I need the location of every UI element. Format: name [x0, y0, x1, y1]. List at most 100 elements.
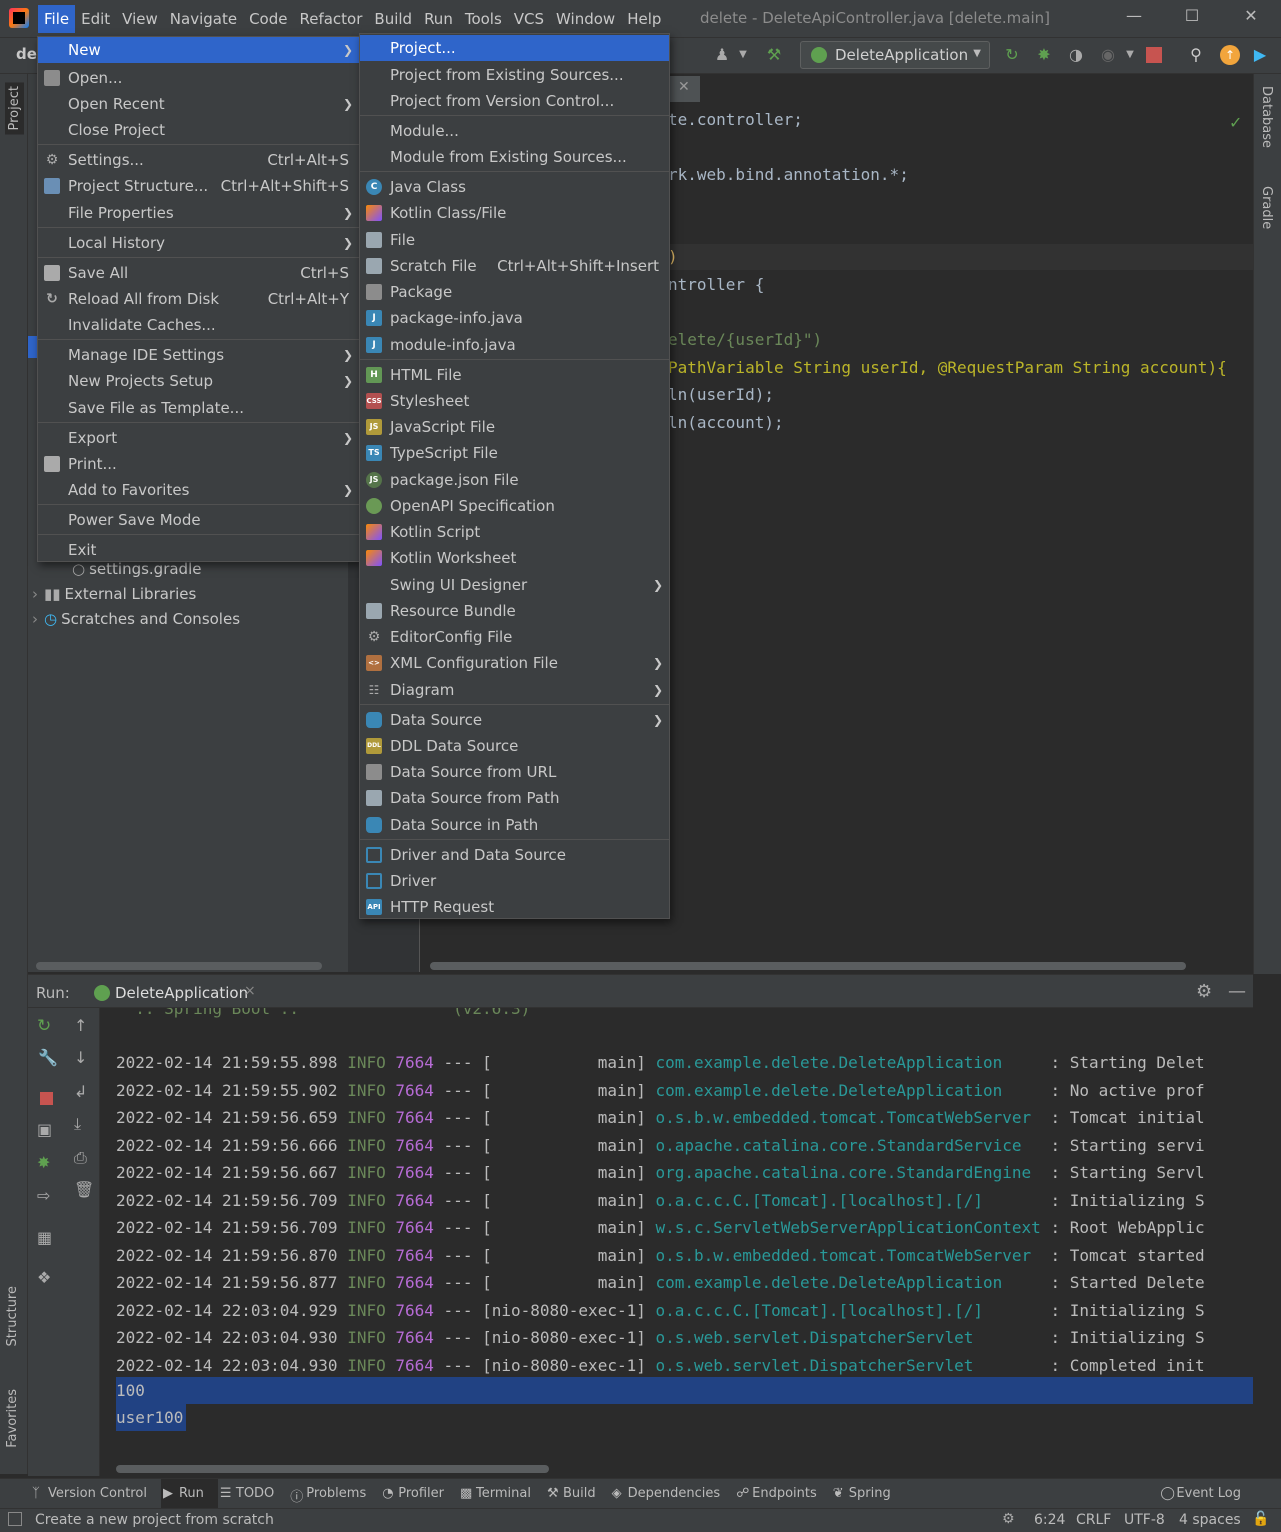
indent-setting[interactable]: 4 spaces: [1179, 1512, 1241, 1528]
menu-item-reload-all[interactable]: ↻ Reload All from Disk Ctrl+Alt+Y: [38, 286, 359, 312]
new-package[interactable]: Package: [360, 279, 669, 305]
coverage-icon[interactable]: ◑: [1066, 45, 1086, 65]
new-file[interactable]: File: [360, 227, 669, 253]
new-diagram[interactable]: ☷ Diagram ❯: [360, 677, 669, 703]
pin-icon[interactable]: ❖: [37, 1268, 51, 1287]
chevron-right-icon[interactable]: ›: [32, 585, 38, 603]
debug-bug-icon[interactable]: ✸: [1034, 45, 1054, 65]
arrow-up-icon[interactable]: ↑: [74, 1016, 87, 1035]
menu-item-power-save-mode[interactable]: Power Save Mode: [38, 507, 359, 533]
layout-toggle-icon[interactable]: [8, 1512, 22, 1526]
new-package-json[interactable]: JS package.json File: [360, 467, 669, 493]
project-tool-tab[interactable]: Project: [5, 82, 24, 135]
menu-item-export[interactable]: Export ❯: [38, 425, 359, 451]
user-icon[interactable]: ♟: [712, 45, 732, 65]
gradle-tool-tab[interactable]: Gradle: [1259, 186, 1274, 229]
new-typescript-file[interactable]: TS TypeScript File: [360, 440, 669, 466]
menu-item-add-to-favorites[interactable]: Add to Favorites ❯: [38, 477, 359, 503]
rerun-icon[interactable]: ↻: [37, 1016, 51, 1036]
new-project-existing-sources[interactable]: Project from Existing Sources...: [360, 62, 669, 88]
console-scrollbar[interactable]: [116, 1465, 549, 1473]
menu-item-save-all[interactable]: Save All Ctrl+S: [38, 260, 359, 286]
menu-item-file-properties[interactable]: File Properties ❯: [38, 200, 359, 226]
run-configuration-select[interactable]: DeleteApplication ▼: [800, 41, 990, 69]
new-kotlin-class[interactable]: Kotlin Class/File: [360, 200, 669, 226]
soft-wrap-icon[interactable]: ↲: [74, 1082, 87, 1101]
line-separator[interactable]: CRLF: [1076, 1512, 1111, 1528]
menu-item-open[interactable]: Open...: [38, 65, 359, 91]
more-run-options-icon[interactable]: ▼: [1120, 45, 1140, 65]
tab-run[interactable]: ▶ Run: [160, 1478, 218, 1509]
profile-icon[interactable]: ◉: [1098, 45, 1118, 65]
new-module-existing-sources[interactable]: Module from Existing Sources...: [360, 144, 669, 170]
menu-item-print[interactable]: Print...: [38, 451, 359, 477]
wrench-icon[interactable]: 🔧: [38, 1048, 58, 1067]
menu-refactor[interactable]: Refactor: [293, 5, 368, 33]
editor-tab[interactable]: ✕: [670, 76, 700, 102]
menu-navigate[interactable]: Navigate: [164, 5, 243, 33]
menu-item-invalidate-caches[interactable]: Invalidate Caches...: [38, 312, 359, 338]
tab-version-control[interactable]: ᛉ Version Control: [30, 1486, 161, 1501]
new-xml-config[interactable]: <> XML Configuration File ❯: [360, 650, 669, 676]
rerun-icon[interactable]: ↻: [1002, 45, 1022, 65]
menu-item-local-history[interactable]: Local History ❯: [38, 230, 359, 256]
menu-edit[interactable]: Edit: [75, 5, 116, 33]
new-kotlin-worksheet[interactable]: Kotlin Worksheet: [360, 545, 669, 571]
new-data-source-path[interactable]: Data Source from Path: [360, 785, 669, 811]
new-kotlin-script[interactable]: Kotlin Script: [360, 519, 669, 545]
chevron-down-icon[interactable]: ▼: [733, 45, 753, 65]
console-output[interactable]: :: Spring Boot :: (v2.6.3) 2022-02-14 21…: [100, 1008, 1253, 1476]
new-html-file[interactable]: H HTML File: [360, 362, 669, 388]
close-tab-icon[interactable]: ✕: [678, 79, 690, 95]
stop-icon[interactable]: [40, 1092, 53, 1105]
new-project-vcs[interactable]: Project from Version Control...: [360, 88, 669, 114]
debug-bug-icon[interactable]: ✸: [37, 1153, 50, 1172]
tab-todo[interactable]: ☰ TODO: [218, 1486, 288, 1501]
menu-build[interactable]: Build: [368, 5, 418, 33]
menu-run[interactable]: Run: [418, 5, 459, 33]
menu-file[interactable]: File: [38, 5, 76, 33]
menu-item-exit[interactable]: Exit: [38, 537, 359, 563]
new-driver[interactable]: Driver: [360, 868, 669, 894]
menu-item-open-recent[interactable]: Open Recent ❯: [38, 91, 359, 117]
tab-event-log[interactable]: ◯ Event Log: [1158, 1486, 1255, 1501]
favorites-tool-tab[interactable]: Favorites: [5, 1389, 20, 1448]
menu-vcs[interactable]: VCS: [508, 5, 550, 33]
trash-icon[interactable]: 🗑: [74, 1180, 94, 1199]
hide-panel-icon[interactable]: —: [1228, 981, 1246, 1002]
new-scratch-file[interactable]: Scratch File Ctrl+Alt+Shift+Insert: [360, 253, 669, 279]
code-with-me-icon[interactable]: ▶: [1250, 45, 1270, 65]
tab-profiler[interactable]: ◔ Profiler: [380, 1486, 458, 1501]
background-tasks-icon[interactable]: ⚙: [1002, 1511, 1015, 1527]
database-tool-tab[interactable]: Database: [1259, 86, 1274, 148]
close-window-icon[interactable]: ✕: [1239, 6, 1263, 30]
run-tab-label[interactable]: DeleteApplication: [115, 984, 248, 1002]
print-icon[interactable]: ⎙: [74, 1148, 87, 1168]
search-icon[interactable]: ⚲: [1186, 45, 1206, 65]
tab-build[interactable]: ⚒ Build: [545, 1486, 610, 1501]
new-ddl-data-source[interactable]: DDL DDL Data Source: [360, 733, 669, 759]
menu-item-manage-ide-settings[interactable]: Manage IDE Settings ❯: [38, 342, 359, 368]
editor-scrollbar[interactable]: [430, 962, 1186, 970]
camera-icon[interactable]: ▣: [37, 1120, 52, 1139]
tab-endpoints[interactable]: ☍ Endpoints: [734, 1486, 831, 1501]
project-scrollbar[interactable]: [36, 962, 322, 970]
tab-terminal[interactable]: ▩ Terminal: [458, 1486, 545, 1501]
tab-problems[interactable]: ⓘ Problems: [288, 1486, 380, 1505]
exit-icon[interactable]: ⇨: [37, 1186, 50, 1205]
caret-position[interactable]: 6:24: [1034, 1512, 1065, 1528]
layout-icon[interactable]: ▦: [37, 1228, 52, 1247]
menu-item-project-structure[interactable]: Project Structure... Ctrl+Alt+Shift+S: [38, 173, 359, 199]
close-tab-icon[interactable]: ×: [244, 983, 256, 999]
tree-item-scratches[interactable]: › ◷ Scratches and Consoles: [32, 610, 240, 628]
menu-window[interactable]: Window: [550, 5, 621, 33]
lock-icon[interactable]: 🔓: [1252, 1511, 1269, 1527]
minimize-icon[interactable]: —: [1122, 6, 1146, 30]
chevron-right-icon[interactable]: ›: [32, 610, 38, 628]
menu-help[interactable]: Help: [621, 5, 667, 33]
new-data-source-in-path[interactable]: Data Source in Path: [360, 812, 669, 838]
maximize-icon[interactable]: ☐: [1180, 6, 1204, 30]
tree-item-external-libraries[interactable]: › ▮▮ External Libraries: [32, 585, 196, 603]
arrow-down-icon[interactable]: ↓: [74, 1048, 87, 1067]
new-project[interactable]: Project...: [360, 35, 669, 61]
